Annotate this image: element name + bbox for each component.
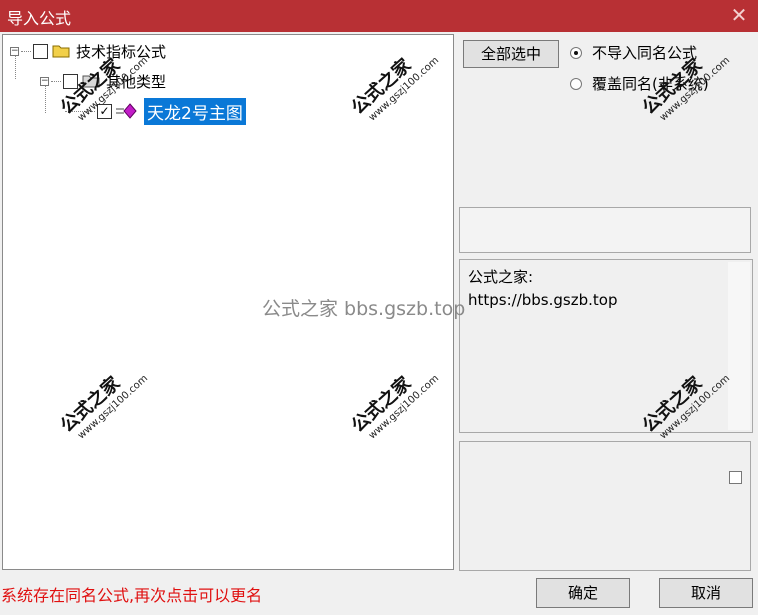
folder-icon (52, 45, 70, 58)
tree-dots (51, 80, 61, 82)
empty-field (459, 207, 751, 253)
radio-no-import[interactable]: 不导入同名公式 (570, 42, 697, 63)
tree-label-item[interactable]: 天龙2号主图 (144, 97, 246, 125)
status-message: 系统存在同名公式,再次点击可以更名 (1, 586, 263, 605)
title-bar: 导入公式 ✕ (0, 0, 758, 32)
info-line-2: https://bbs.gszb.top (468, 291, 618, 309)
preview-panel (459, 441, 751, 571)
tree-dots (21, 50, 31, 52)
close-icon[interactable]: ✕ (726, 2, 752, 28)
watermark-center: 公式之家 bbs.gszb.top (262, 298, 466, 320)
collapse-icon[interactable]: − (40, 76, 49, 86)
select-all-button[interactable]: 全部选中 (463, 40, 559, 68)
window-title: 导入公式 (7, 9, 72, 28)
collapse-icon[interactable]: − (10, 46, 19, 56)
preview-checkbox[interactable] (729, 471, 742, 484)
ok-button[interactable]: 确定 (536, 578, 630, 608)
radio-button-icon[interactable] (570, 46, 582, 59)
cancel-button[interactable]: 取消 (659, 578, 753, 608)
root-checkbox[interactable] (33, 43, 48, 59)
info-line-1: 公式之家: (468, 268, 534, 286)
radio-button-icon[interactable] (570, 77, 582, 90)
formula-icon (116, 103, 137, 119)
info-panel: 公式之家: https://bbs.gszb.top (459, 259, 753, 433)
scrollbar[interactable] (728, 262, 750, 430)
